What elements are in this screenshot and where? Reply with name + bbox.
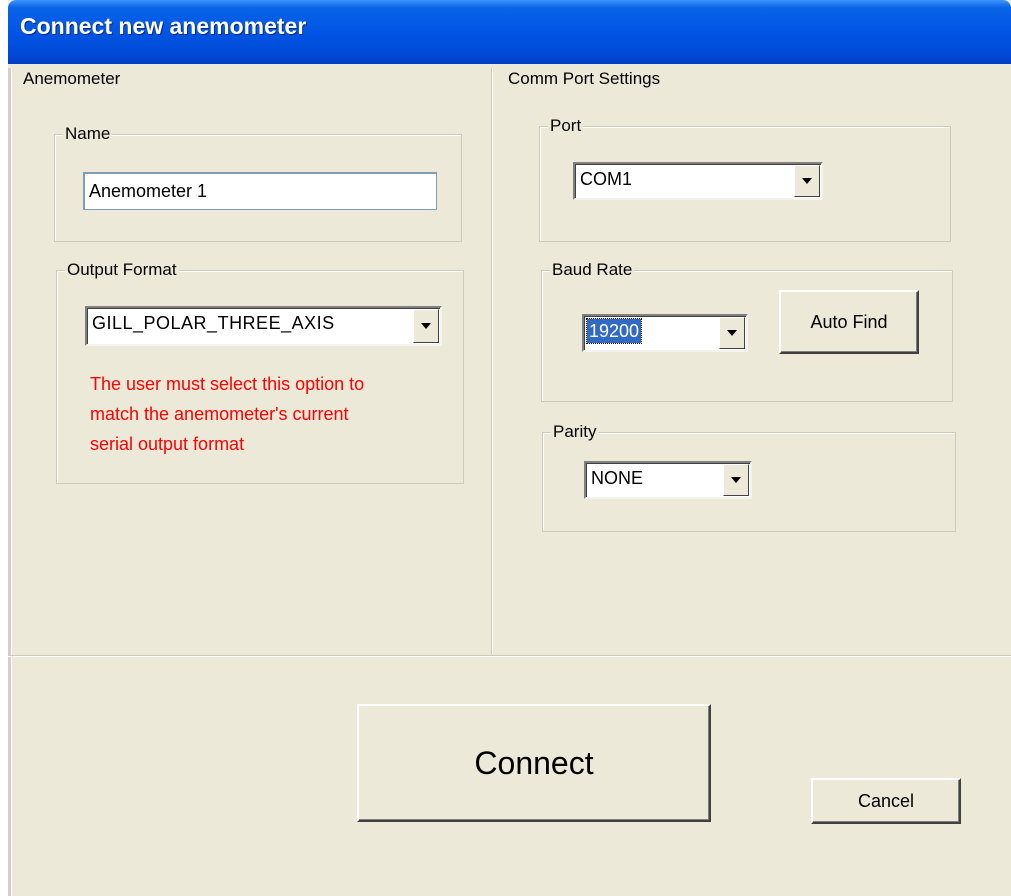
title-bar[interactable]: Connect new anemometer <box>8 0 1011 64</box>
output-format-dropdown-button[interactable] <box>413 309 439 343</box>
port-dropdown-button[interactable] <box>794 165 820 197</box>
name-group-label: Name <box>63 123 113 145</box>
parity-group-label: Parity <box>551 421 599 443</box>
auto-find-label: Auto Find <box>810 311 888 332</box>
baud-rate-select[interactable]: 19200 <box>582 314 748 352</box>
output-format-group-label: Output Format <box>65 259 179 281</box>
chevron-down-icon <box>421 323 431 329</box>
connect-label: Connect <box>474 744 594 781</box>
cancel-label: Cancel <box>857 790 915 811</box>
baud-rate-group-label: Baud Rate <box>550 259 635 281</box>
auto-find-button[interactable]: Auto Find <box>779 290 919 354</box>
window-left-border <box>8 68 12 896</box>
parity-dropdown-button[interactable] <box>723 464 749 496</box>
comm-port-group-label: Comm Port Settings <box>506 68 663 90</box>
group-divider <box>491 68 493 656</box>
parity-value: NONE <box>591 468 644 488</box>
anemometer-name-input[interactable] <box>83 172 437 210</box>
dialog-window: Connect new anemometer Anemometer Name O… <box>8 0 1011 896</box>
chevron-down-icon <box>727 330 737 336</box>
output-format-note: The user must select this option to matc… <box>90 369 364 459</box>
baud-rate-value: 19200 <box>585 318 643 344</box>
port-select[interactable]: COM1 <box>573 162 823 200</box>
window-title: Connect new anemometer <box>20 13 307 39</box>
baud-rate-dropdown-button[interactable] <box>719 317 745 349</box>
note-line: match the anemometer's current <box>90 404 349 424</box>
output-format-select[interactable]: GILL_POLAR_THREE_AXIS <box>85 306 442 346</box>
port-group-label: Port <box>548 115 584 137</box>
note-line: serial output format <box>90 434 245 454</box>
output-format-value: GILL_POLAR_THREE_AXIS <box>92 313 335 333</box>
actions-separator <box>8 655 1011 657</box>
anemometer-group-label: Anemometer <box>21 68 123 90</box>
connect-button[interactable]: Connect <box>357 704 711 822</box>
chevron-down-icon <box>731 477 741 483</box>
note-line: The user must select this option to <box>90 374 365 394</box>
cancel-button[interactable]: Cancel <box>811 778 961 824</box>
parity-select[interactable]: NONE <box>584 461 752 499</box>
port-value: COM1 <box>580 169 633 189</box>
chevron-down-icon <box>802 178 812 184</box>
